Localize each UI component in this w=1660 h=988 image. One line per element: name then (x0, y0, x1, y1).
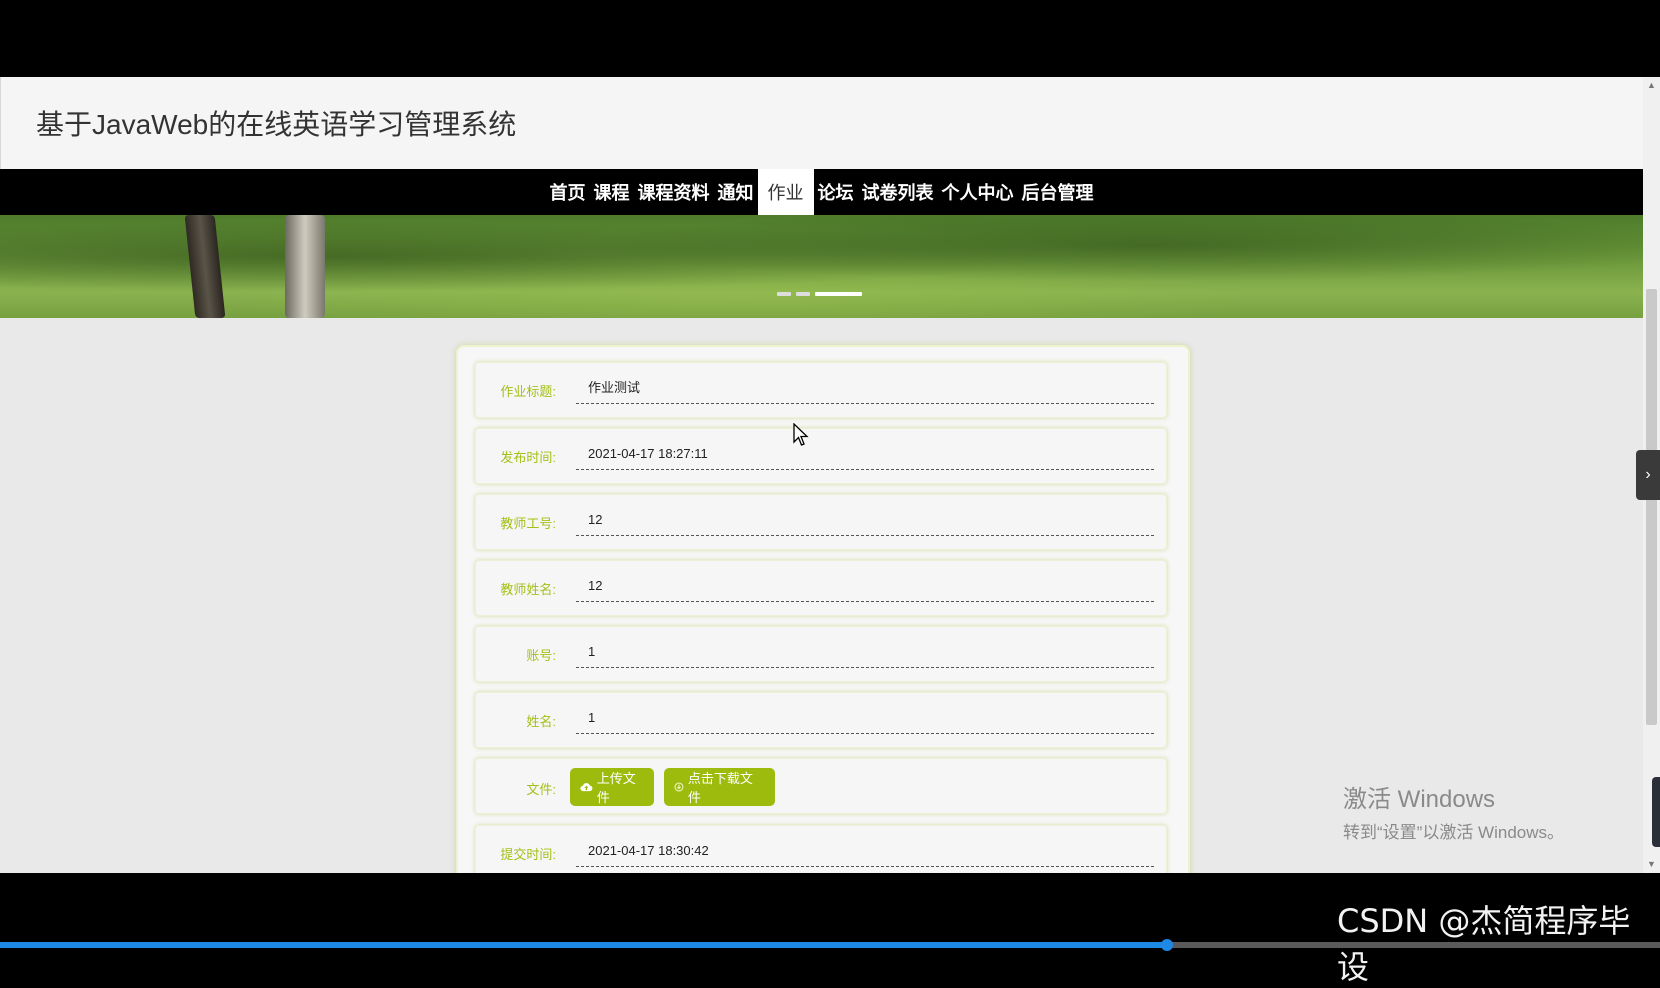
field-value: 1 (576, 637, 1154, 668)
field-row-name: 姓名: 1 (475, 692, 1167, 748)
nav-item-exam-list[interactable]: 试卷列表 (858, 169, 938, 215)
site-header: 基于JavaWeb的在线英语学习管理系统 (0, 77, 1643, 169)
carousel-indicators (777, 292, 862, 296)
field-label: 提交时间: (500, 847, 556, 862)
field-label: 教师工号: (500, 516, 556, 531)
field-label: 教师姓名: (500, 582, 556, 597)
page: 基于JavaWeb的在线英语学习管理系统 首页 课程 课程资料 通知 作业 论坛… (0, 77, 1643, 873)
nav-item-forum[interactable]: 论坛 (814, 169, 858, 215)
field-value: 12 (576, 505, 1154, 536)
field-row-file: 文件: 上传文件 点击下载文件 (475, 758, 1167, 814)
upload-file-button[interactable]: 上传文件 (570, 768, 654, 806)
nav-item-notices[interactable]: 通知 (714, 169, 758, 215)
field-row-teacher-name: 教师姓名: 12 (475, 560, 1167, 616)
nav-item-admin[interactable]: 后台管理 (1018, 169, 1098, 215)
windows-activation-notice: 激活 Windows 转到“设置”以激活 Windows。 (1343, 779, 1564, 843)
activation-title: 激活 Windows (1343, 786, 1496, 813)
homework-detail-card: 作业标题: 作业测试 发布时间: 2021-04-17 18:27:11 教师工… (456, 345, 1190, 873)
banner-tree-trunk (184, 215, 226, 318)
field-label: 发布时间: (500, 450, 556, 465)
field-label: 姓名: (526, 714, 556, 729)
carousel-dot[interactable] (796, 292, 810, 296)
scrollbar-thumb[interactable] (1646, 289, 1657, 725)
carousel-dot[interactable] (777, 292, 791, 296)
side-edge-tab[interactable] (1652, 777, 1660, 847)
side-panel-toggle-chevron-right-icon[interactable]: › (1636, 450, 1660, 500)
field-value: 1 (576, 703, 1154, 734)
field-value: 2021-04-17 18:30:42 (576, 836, 1154, 867)
video-progress-knob[interactable] (1160, 939, 1173, 951)
field-row-title: 作业标题: 作业测试 (475, 362, 1167, 418)
site-title: 基于JavaWeb的在线英语学习管理系统 (36, 109, 517, 140)
field-row-submit-time: 提交时间: 2021-04-17 18:30:42 (475, 825, 1167, 873)
mouse-cursor-icon (793, 423, 809, 446)
carousel-dot-active[interactable] (815, 292, 862, 296)
field-value: 12 (576, 571, 1154, 602)
download-file-label: 点击下载文件 (687, 771, 753, 805)
field-value: 作业测试 (576, 373, 1154, 404)
main-nav: 首页 课程 课程资料 通知 作业 论坛 试卷列表 个人中心 后台管理 (0, 169, 1643, 215)
field-label: 账号: (526, 648, 556, 663)
browser-viewport: 基于JavaWeb的在线英语学习管理系统 首页 课程 课程资料 通知 作业 论坛… (0, 77, 1660, 873)
download-file-button[interactable]: 点击下载文件 (664, 768, 775, 806)
video-progress-bar[interactable] (0, 939, 1660, 951)
field-row-publish-time: 发布时间: 2021-04-17 18:27:11 (475, 428, 1167, 484)
banner-carousel (0, 215, 1643, 318)
nav-item-courses[interactable]: 课程 (590, 169, 634, 215)
download-icon (674, 782, 684, 792)
field-row-teacher-id: 教师工号: 12 (475, 494, 1167, 550)
nav-item-home[interactable]: 首页 (546, 169, 590, 215)
nav-item-homework[interactable]: 作业 (757, 169, 814, 215)
nav-item-profile[interactable]: 个人中心 (938, 169, 1018, 215)
cloud-upload-icon (580, 783, 593, 792)
nav-item-course-materials[interactable]: 课程资料 (634, 169, 714, 215)
video-progress-fill (0, 942, 1167, 948)
activation-subtitle: 转到“设置”以激活 Windows。 (1343, 823, 1565, 842)
upload-file-label: 上传文件 (596, 771, 636, 805)
banner-tree-trunk (285, 215, 325, 318)
scroll-up-arrow-icon[interactable]: ▲ (1643, 77, 1660, 94)
field-label: 作业标题: (500, 384, 556, 399)
field-label: 文件: (526, 782, 556, 797)
field-value: 2021-04-17 18:27:11 (576, 439, 1154, 470)
field-row-account: 账号: 1 (475, 626, 1167, 682)
scroll-down-arrow-icon[interactable]: ▼ (1643, 856, 1660, 873)
